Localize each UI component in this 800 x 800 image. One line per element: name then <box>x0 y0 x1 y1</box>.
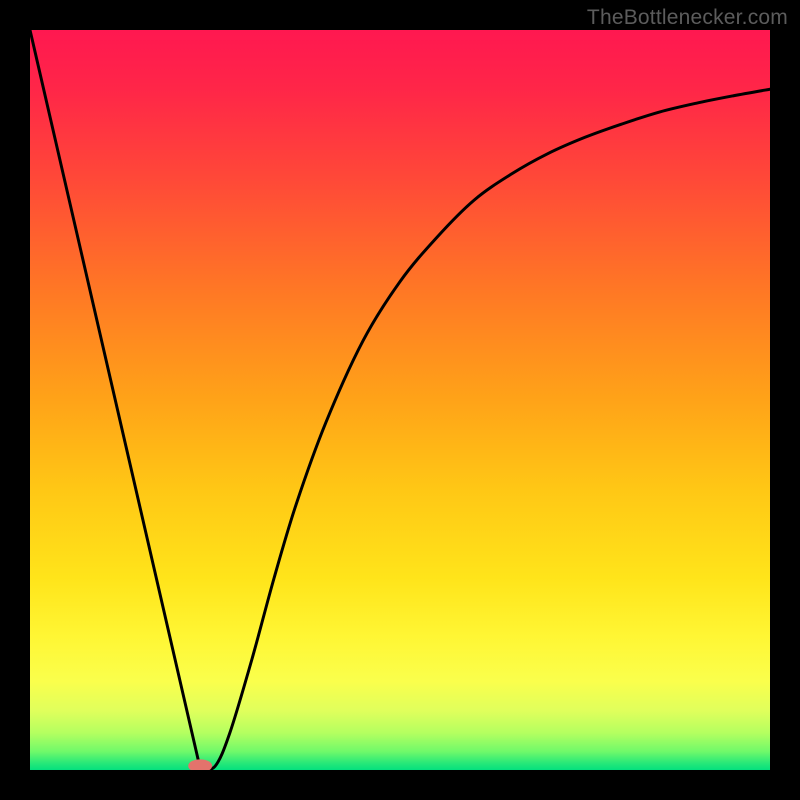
watermark-text: TheBottlenecker.com <box>587 6 788 30</box>
chart-frame: TheBottlenecker.com <box>0 0 800 800</box>
plot-area <box>30 30 770 770</box>
bottleneck-curve <box>30 30 770 770</box>
optimal-point-marker <box>188 759 212 770</box>
